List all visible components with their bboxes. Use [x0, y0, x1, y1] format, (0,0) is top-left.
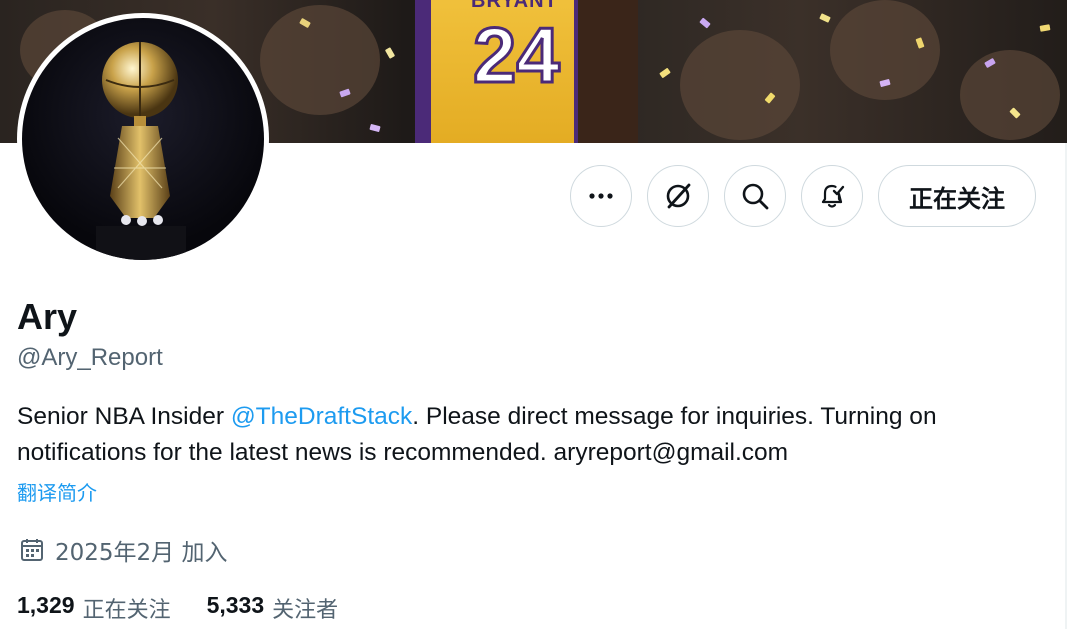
join-date: 2025年2月 加入 — [19, 533, 227, 567]
jersey-number: 24 — [472, 11, 562, 99]
calendar-icon — [21, 539, 43, 561]
followers-count: 5,333 — [206, 592, 265, 618]
confetti — [1039, 24, 1051, 32]
search-icon — [742, 183, 769, 210]
bell-check-icon — [821, 184, 845, 208]
more-button[interactable] — [570, 165, 632, 227]
following-button[interactable]: 正在关注 — [878, 165, 1036, 227]
banner-crowd — [680, 30, 800, 140]
bio-text-prefix: Senior NBA Insider — [17, 403, 231, 430]
profile-actions: 正在关注 — [570, 165, 1036, 227]
display-name: Ary — [17, 296, 78, 337]
search-button[interactable] — [724, 165, 786, 227]
bio-mention-link[interactable]: @TheDraftStack — [231, 403, 412, 430]
profile-bio: Senior NBA Insider @TheDraftStack. Pleas… — [17, 399, 1027, 471]
user-handle: @Ary_Report — [17, 344, 163, 371]
following-count: 1,329 — [17, 592, 75, 618]
confetti — [699, 17, 711, 29]
join-date-text: 2025年2月 加入 — [55, 540, 228, 566]
followers-label: 关注者 — [272, 598, 339, 623]
follow-stats: 1,329 正在关注 5,333 关注者 — [17, 592, 338, 624]
banner-crowd — [960, 50, 1060, 140]
confetti — [384, 47, 396, 59]
avatar[interactable] — [17, 13, 269, 265]
more-horizontal-icon — [589, 193, 613, 199]
trophy-icon — [96, 42, 186, 260]
avatar-image — [22, 18, 264, 260]
notifications-button[interactable] — [801, 165, 863, 227]
following-stat-link[interactable]: 1,329 正在关注 — [17, 592, 171, 624]
following-label: 正在关注 — [82, 598, 171, 623]
confetti — [369, 123, 381, 133]
banner-jersey: BRYANT 24 — [415, 0, 590, 143]
confetti — [819, 13, 831, 23]
confetti — [659, 67, 671, 79]
banner-crowd — [260, 5, 380, 115]
grok-button[interactable] — [647, 165, 709, 227]
followers-stat-link[interactable]: 5,333 关注者 — [207, 592, 339, 624]
banner-arm — [578, 0, 638, 143]
grok-icon — [666, 183, 691, 209]
translate-bio-link[interactable]: 翻译简介 — [17, 477, 97, 506]
